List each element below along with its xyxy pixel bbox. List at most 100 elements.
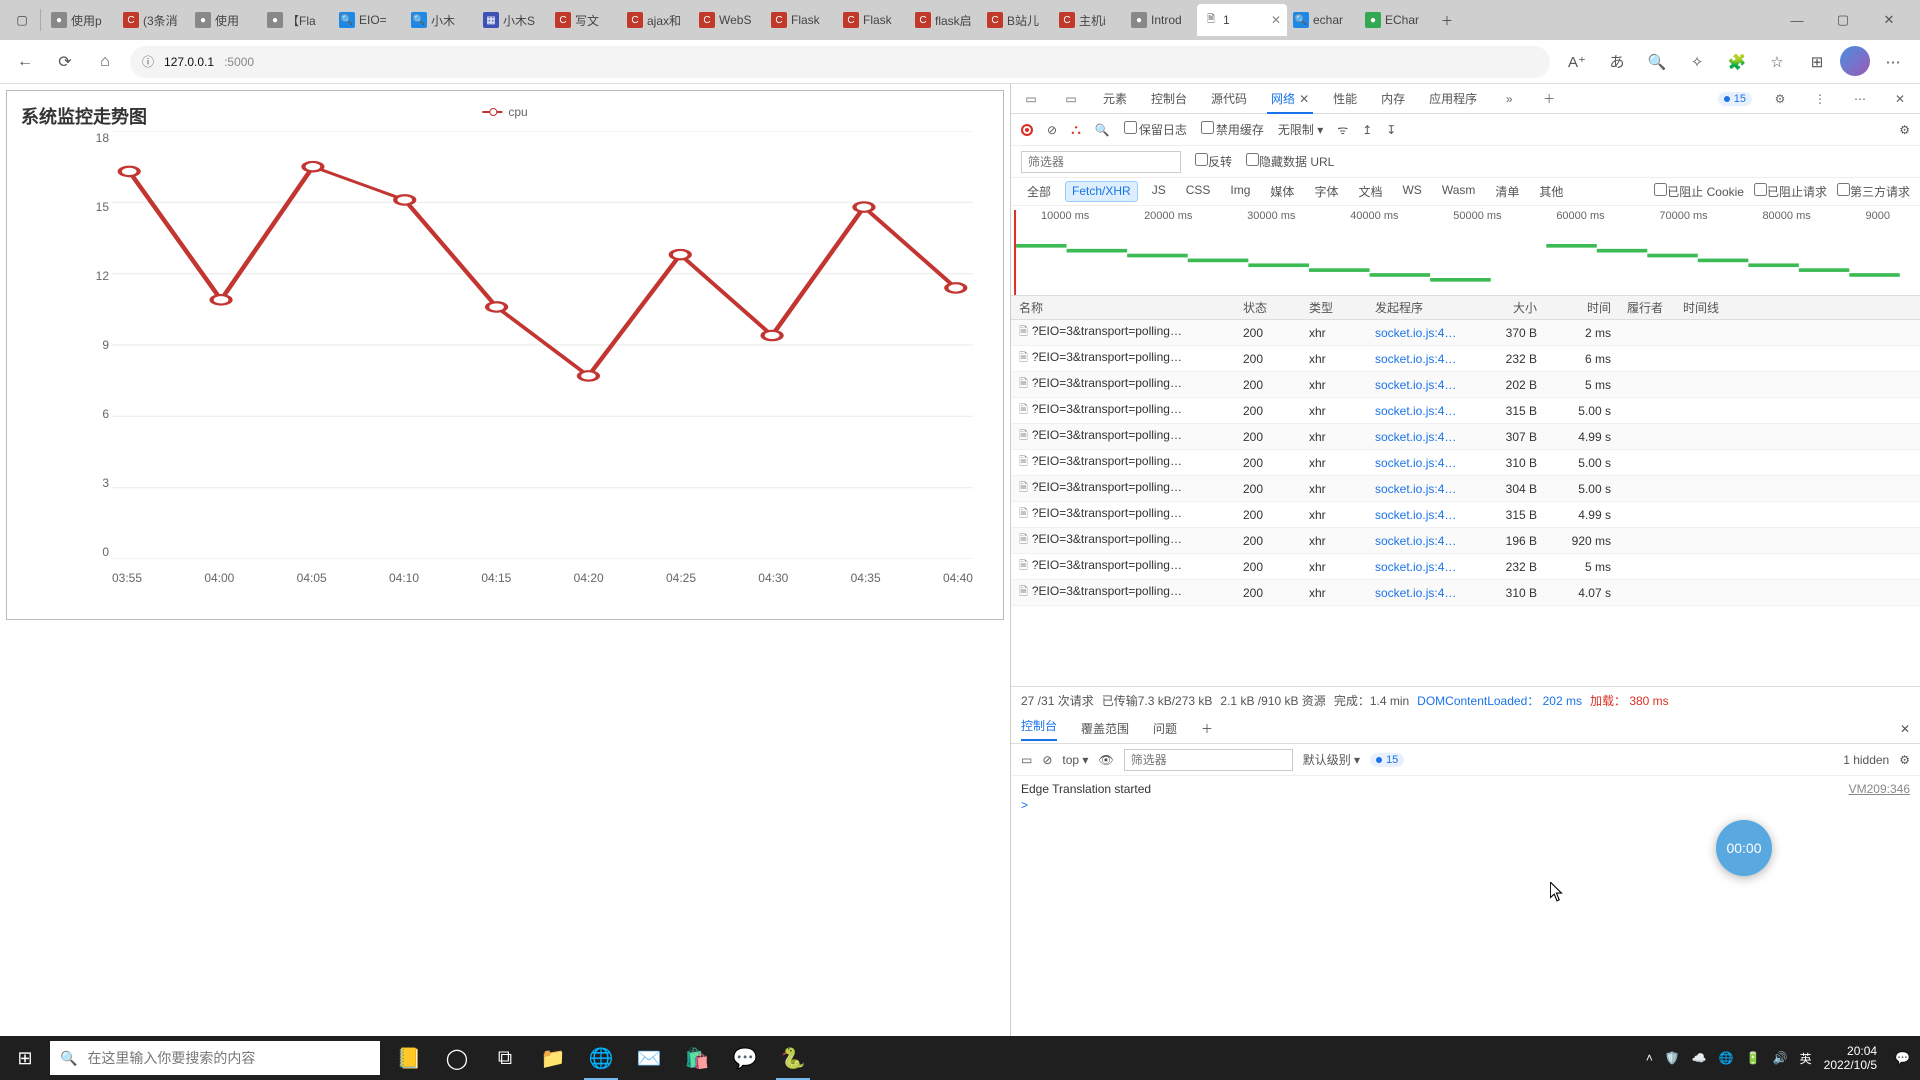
window-minimize[interactable]: — [1774, 0, 1820, 40]
issues-badge[interactable]: 15 [1718, 92, 1752, 106]
drawer-tab-console[interactable]: 控制台 [1021, 717, 1057, 741]
network-filter-input[interactable] [1021, 151, 1181, 173]
tray-chevron-icon[interactable]: ˄ [1646, 1051, 1653, 1065]
devtools-tab[interactable]: 性能 [1329, 84, 1361, 113]
col-type[interactable]: 类型 [1301, 299, 1367, 316]
browser-tab[interactable]: C(3条消 [117, 4, 189, 36]
col-name[interactable]: 名称 [1011, 299, 1235, 316]
network-request-row[interactable]: ?EIO=3&transport=polling…200xhrsocket.io… [1011, 476, 1920, 502]
network-type-chip[interactable]: Img [1224, 181, 1256, 202]
read-aloud-icon[interactable]: A⁺ [1560, 46, 1594, 78]
chart-plot-area[interactable] [112, 131, 973, 559]
network-request-row[interactable]: ?EIO=3&transport=polling…200xhrsocket.io… [1011, 372, 1920, 398]
network-request-row[interactable]: ?EIO=3&transport=polling…200xhrsocket.io… [1011, 398, 1920, 424]
favorite-icon[interactable]: ✧ [1680, 46, 1714, 78]
blocked-requests-checkbox[interactable]: 已阻止请求 [1754, 183, 1827, 200]
taskbar-app-mail[interactable]: ✉️ [626, 1036, 672, 1080]
profile-avatar[interactable] [1840, 46, 1870, 76]
drawer-tab-issues[interactable]: 问题 [1153, 720, 1177, 737]
nav-home-button[interactable]: ⌂ [90, 47, 120, 77]
tray-volume-icon[interactable]: 🔊 [1773, 1051, 1788, 1065]
taskbar-clock[interactable]: 20:04 2022/10/5 [1824, 1044, 1883, 1073]
site-info-icon[interactable]: ⓘ [142, 53, 154, 70]
extensions-icon[interactable]: 🧩 [1720, 46, 1754, 78]
devtools-close-icon[interactable]: ✕ [1888, 92, 1912, 106]
taskbar-app-store[interactable]: 🛍️ [674, 1036, 720, 1080]
console-context-select[interactable]: top ▾ [1062, 753, 1088, 767]
taskbar-app-explorer[interactable]: 📁 [530, 1036, 576, 1080]
devtools-settings-icon[interactable]: ⚙ [1768, 92, 1792, 106]
network-request-row[interactable]: ?EIO=3&transport=polling…200xhrsocket.io… [1011, 320, 1920, 346]
tab-actions-icon[interactable]: ▢ [8, 6, 36, 34]
collections-icon[interactable]: ⊞ [1800, 46, 1834, 78]
col-status[interactable]: 状态 [1235, 299, 1301, 316]
console-live-expr-icon[interactable]: 👁 [1098, 753, 1113, 767]
network-type-chip[interactable]: 其他 [1533, 181, 1569, 202]
console-prompt[interactable]: > [1021, 798, 1910, 812]
taskbar-app-wechat[interactable]: 💬 [722, 1036, 768, 1080]
browser-tab[interactable]: CWebS [693, 4, 765, 36]
favorites-bar-icon[interactable]: ☆ [1760, 46, 1794, 78]
network-request-row[interactable]: ?EIO=3&transport=polling…200xhrsocket.io… [1011, 554, 1920, 580]
network-type-chip[interactable]: Wasm [1436, 181, 1482, 202]
tray-notifications-icon[interactable]: 💬 [1895, 1051, 1910, 1065]
taskbar-app-notes[interactable]: 📒 [386, 1036, 432, 1080]
browser-tab[interactable]: 🔍EIO= [333, 4, 405, 36]
invert-checkbox[interactable]: 反转 [1195, 153, 1232, 170]
network-settings-icon[interactable]: ⚙ [1899, 123, 1910, 137]
url-input[interactable]: ⓘ 127.0.0.1:5000 [130, 46, 1550, 78]
start-button[interactable]: ⊞ [0, 1036, 50, 1080]
network-request-row[interactable]: ?EIO=3&transport=polling…200xhrsocket.io… [1011, 346, 1920, 372]
network-request-row[interactable]: ?EIO=3&transport=polling…200xhrsocket.io… [1011, 580, 1920, 606]
drawer-add-tab[interactable]: ＋ [1201, 720, 1213, 737]
browser-tab[interactable]: CFlask [765, 4, 837, 36]
browser-tab[interactable]: CFlask [837, 4, 909, 36]
tray-battery-icon[interactable]: 🔋 [1746, 1051, 1761, 1065]
system-tray[interactable]: ˄ 🛡️ ☁️ 🌐 🔋 🔊 英 20:04 2022/10/5 💬 [1636, 1044, 1920, 1073]
network-type-chip[interactable]: Fetch/XHR [1065, 181, 1138, 202]
network-conditions-icon[interactable]: ᯤ [1337, 121, 1348, 138]
console-clear-icon[interactable]: ⊘ [1042, 753, 1052, 767]
tray-network-icon[interactable]: 🌐 [1719, 1051, 1734, 1065]
browser-tab[interactable]: CB站儿 [981, 4, 1053, 36]
browser-tab[interactable]: ▦小木S [477, 4, 549, 36]
chart-legend[interactable]: cpu [482, 105, 527, 119]
console-filter-input[interactable] [1124, 749, 1293, 771]
close-tab-icon[interactable]: ✕ [1271, 13, 1281, 27]
network-request-row[interactable]: ?EIO=3&transport=polling…200xhrsocket.io… [1011, 502, 1920, 528]
hide-data-urls-checkbox[interactable]: 隐藏数据 URL [1246, 153, 1334, 170]
network-type-chip[interactable]: 全部 [1021, 181, 1057, 202]
devtools-tab[interactable]: 内存 [1377, 84, 1409, 113]
console-level-select[interactable]: 默认级别 ▾ [1303, 751, 1360, 768]
devtools-dock-icon[interactable]: ⋮ [1808, 92, 1832, 106]
preserve-log-checkbox[interactable]: 保留日志 [1124, 121, 1187, 138]
network-request-row[interactable]: ?EIO=3&transport=polling…200xhrsocket.io… [1011, 450, 1920, 476]
zoom-icon[interactable]: 🔍 [1640, 46, 1674, 78]
browser-tab[interactable]: 🗎1✕ [1197, 4, 1287, 36]
browser-tab[interactable]: 🔍小木 [405, 4, 477, 36]
drawer-tab-coverage[interactable]: 覆盖范围 [1081, 720, 1129, 737]
console-issues-badge[interactable]: 15 [1370, 753, 1404, 767]
browser-tab[interactable]: C主机i [1053, 4, 1125, 36]
browser-tab[interactable]: ●Introd [1125, 4, 1197, 36]
throttle-select[interactable]: 无限制 ▾ [1278, 121, 1323, 138]
network-request-row[interactable]: ?EIO=3&transport=polling…200xhrsocket.io… [1011, 528, 1920, 554]
taskbar-app-pycharm[interactable]: 🐍 [770, 1036, 816, 1080]
network-overview[interactable]: 10000 ms20000 ms30000 ms40000 ms50000 ms… [1011, 206, 1920, 296]
new-tab-button[interactable]: ＋ [1433, 6, 1461, 34]
nav-refresh-button[interactable]: ⟳ [50, 47, 80, 77]
taskbar-app-edge[interactable]: 🌐 [578, 1036, 624, 1080]
col-size[interactable]: 大小 [1475, 299, 1545, 316]
inspect-element-icon[interactable]: ▭ [1019, 92, 1043, 106]
browser-tab[interactable]: Cflask启 [909, 4, 981, 36]
window-maximize[interactable]: ▢ [1820, 0, 1866, 40]
console-source-link[interactable]: VM209:346 [1849, 782, 1910, 796]
network-type-chip[interactable]: 字体 [1308, 181, 1344, 202]
browser-tab[interactable]: Cajax和 [621, 4, 693, 36]
network-type-chip[interactable]: 清单 [1489, 181, 1525, 202]
network-type-chip[interactable]: JS [1146, 181, 1172, 202]
tray-ime[interactable]: 英 [1800, 1050, 1812, 1067]
taskbar-app-taskview[interactable]: ⧉ [482, 1036, 528, 1080]
console-body[interactable]: Edge Translation started VM209:346 > [1011, 776, 1920, 1036]
browser-menu-icon[interactable]: ⋯ [1876, 46, 1910, 78]
